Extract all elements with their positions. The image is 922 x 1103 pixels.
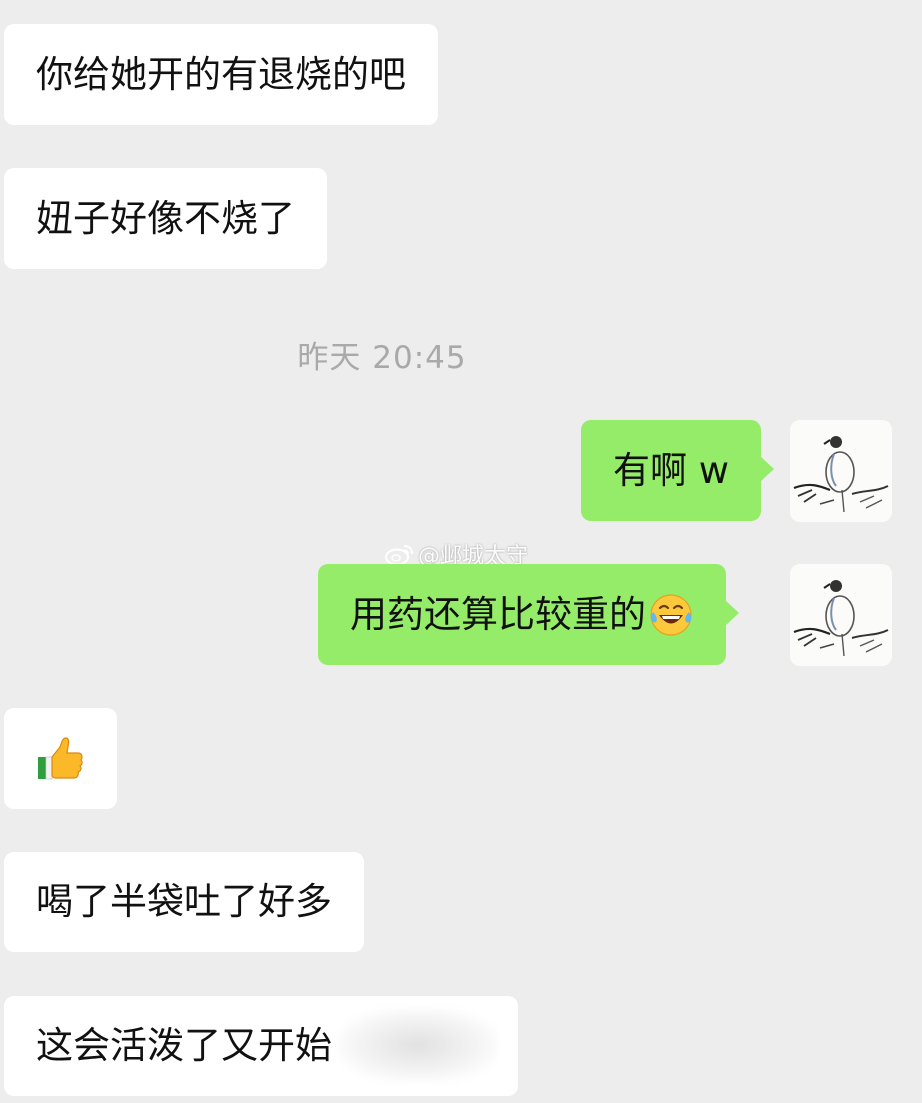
message-bubble-outgoing[interactable]: 有啊 w — [581, 420, 775, 521]
message-text: 妞子好像不烧了 — [36, 196, 295, 240]
message-bubble-outgoing[interactable]: 用药还算比较重的 — [318, 564, 739, 665]
ink-painting-bird-icon — [790, 564, 892, 666]
message-text: 这会活泼了又开始 — [36, 1024, 332, 1067]
avatar[interactable] — [790, 420, 892, 522]
message-bubble-incoming[interactable]: 妞子好像不烧了 — [4, 168, 327, 269]
message-timestamp: 昨天 20:45 — [297, 340, 467, 376]
message-text: 喝了半袋吐了好多 — [36, 880, 332, 923]
thumbs-up-emoji-icon — [38, 736, 83, 779]
message-text: 你给她开的有退烧的吧 — [36, 52, 406, 96]
laugh-cry-emoji-icon — [650, 593, 692, 636]
message-text: 有啊 w — [613, 448, 730, 492]
chat-area[interactable]: 你给她开的有退烧的吧 妞子好像不烧了 昨天 20:45 有啊 w @邺城太守 用… — [0, 0, 922, 1103]
avatar[interactable] — [790, 564, 892, 666]
weibo-icon — [385, 545, 413, 566]
message-bubble-incoming[interactable]: 你给她开的有退烧的吧 — [4, 24, 438, 125]
message-bubble-incoming[interactable]: 喝了半袋吐了好多 — [4, 852, 364, 952]
blurred-redaction — [338, 1008, 498, 1082]
ink-painting-bird-icon — [790, 420, 892, 522]
message-bubble-incoming[interactable] — [4, 708, 117, 809]
message-text: 用药还算比较重的 — [350, 592, 646, 636]
